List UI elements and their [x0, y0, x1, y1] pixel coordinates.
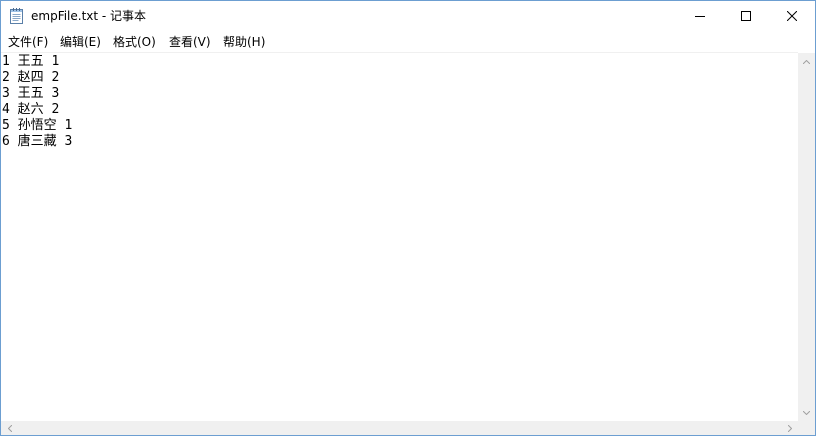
maximize-icon — [741, 11, 751, 21]
scroll-down-arrow-icon — [803, 411, 810, 415]
scroll-up-arrow-icon — [803, 60, 810, 64]
scroll-right-button[interactable] — [781, 421, 798, 435]
editor-content: 1 王五 1 2 赵四 2 3 王五 3 4 赵六 2 5 孙悟空 1 6 唐三… — [2, 54, 72, 150]
text-line: 1 王五 1 — [2, 54, 72, 70]
notepad-icon[interactable] — [10, 8, 23, 24]
notepad-window: empFile.txt - 记事本 文件(F) 编辑(E) 格式(O) 查看(V… — [0, 0, 816, 436]
vertical-scrollbar[interactable] — [798, 53, 815, 421]
horizontal-scrollbar[interactable] — [1, 421, 798, 435]
text-line: 2 赵四 2 — [2, 70, 72, 86]
menu-view[interactable]: 查看(V) — [169, 33, 211, 51]
scroll-left-button[interactable] — [1, 421, 18, 435]
menu-bar: 文件(F) 编辑(E) 格式(O) 查看(V) 帮助(H) — [1, 32, 815, 51]
text-line: 5 孙悟空 1 — [2, 118, 72, 134]
menu-file[interactable]: 文件(F) — [8, 33, 48, 51]
menu-edit[interactable]: 编辑(E) — [60, 33, 101, 51]
maximize-button[interactable] — [723, 1, 769, 31]
scroll-down-button[interactable] — [798, 404, 815, 421]
text-line: 4 赵六 2 — [2, 102, 72, 118]
text-line: 6 唐三藏 3 — [2, 134, 72, 150]
menu-help[interactable]: 帮助(H) — [223, 33, 265, 51]
close-button[interactable] — [769, 1, 815, 31]
text-editor[interactable]: 1 王五 1 2 赵四 2 3 王五 3 4 赵六 2 5 孙悟空 1 6 唐三… — [1, 52, 798, 422]
minimize-icon — [695, 11, 705, 21]
minimize-button[interactable] — [677, 1, 723, 31]
scroll-right-arrow-icon — [788, 425, 792, 432]
window-title: empFile.txt - 记事本 — [31, 8, 146, 24]
menu-format[interactable]: 格式(O) — [113, 33, 156, 51]
text-line: 3 王五 3 — [2, 86, 72, 102]
scroll-left-arrow-icon — [8, 425, 12, 432]
title-bar[interactable]: empFile.txt - 记事本 — [1, 1, 815, 31]
close-icon — [787, 11, 797, 21]
scroll-up-button[interactable] — [798, 53, 815, 70]
size-grip[interactable] — [798, 421, 815, 435]
